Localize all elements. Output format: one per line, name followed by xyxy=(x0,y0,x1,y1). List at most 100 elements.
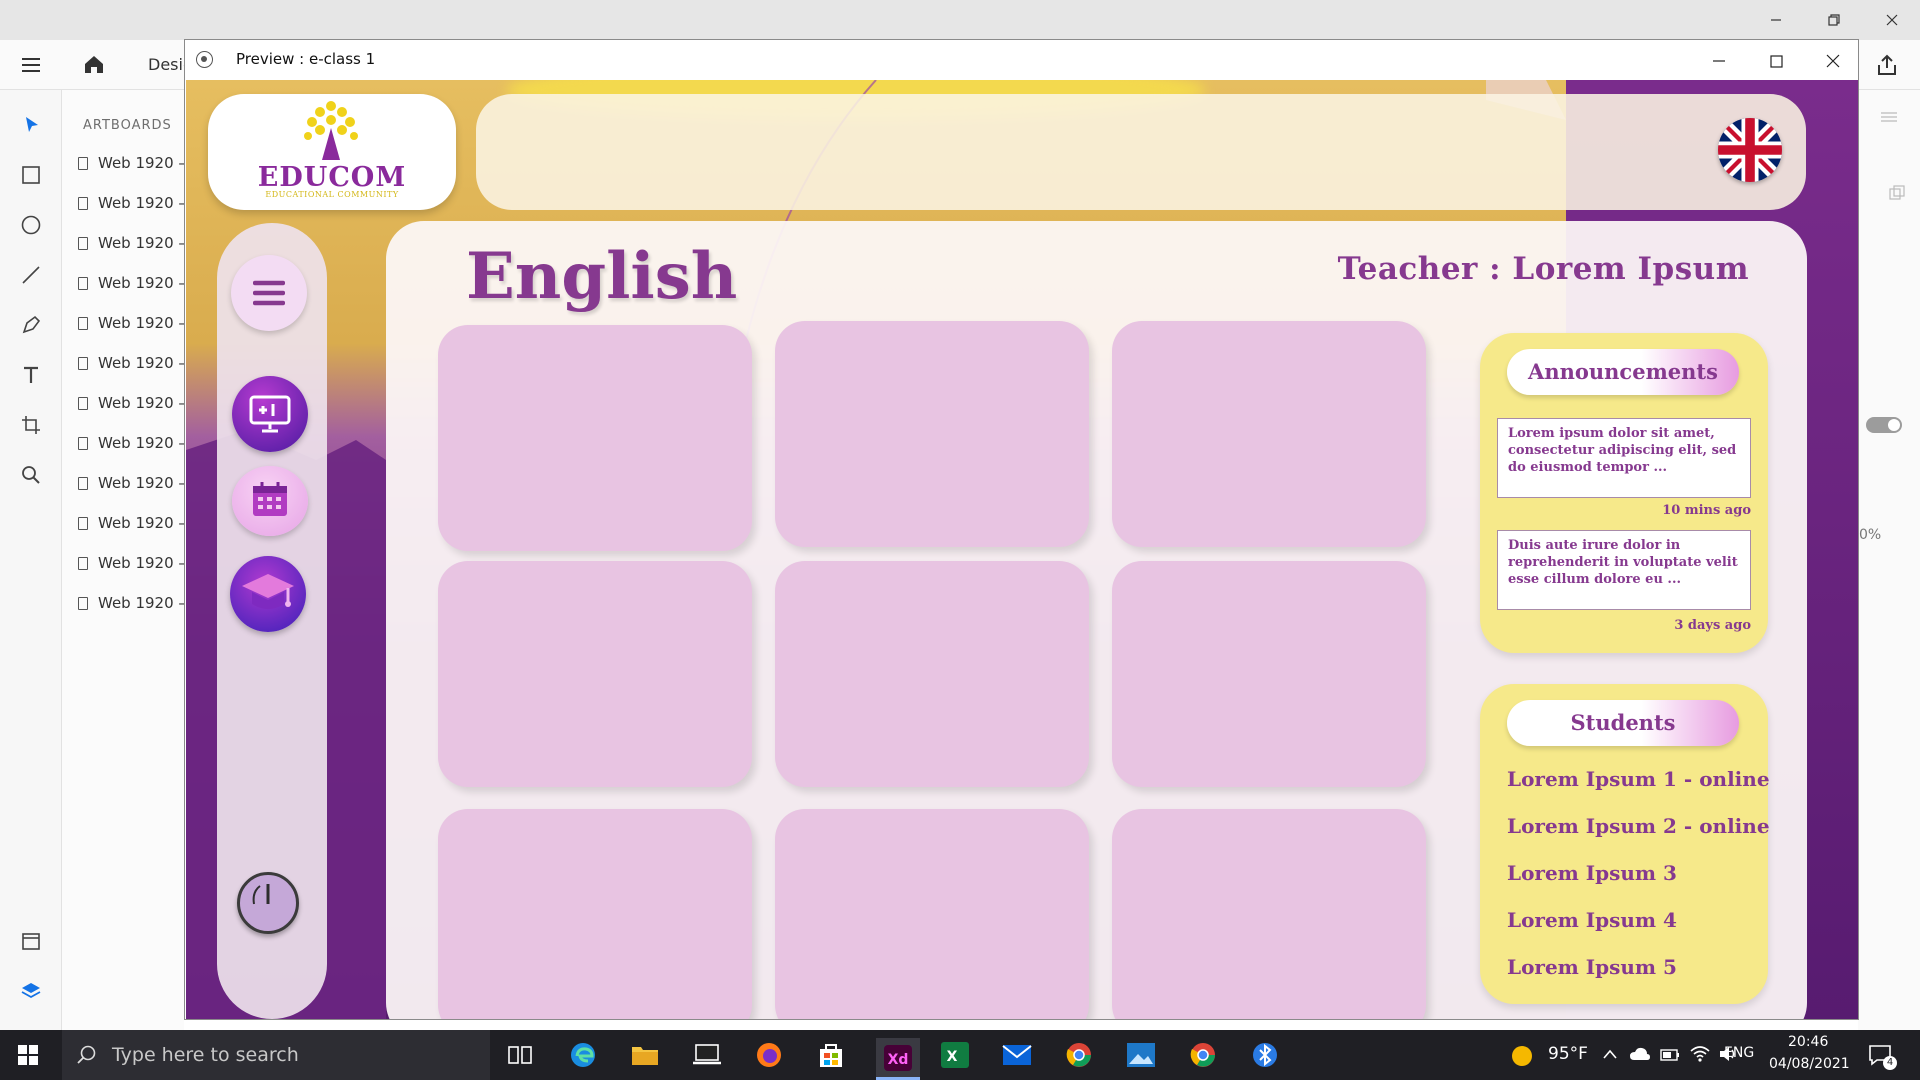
taskbar-search[interactable]: Type here to search xyxy=(62,1030,490,1080)
photos-icon[interactable] xyxy=(1124,1038,1158,1072)
student-item[interactable]: Lorem Ipsum 2 - online xyxy=(1507,814,1770,838)
toggle-switch[interactable] xyxy=(1866,417,1902,433)
artboard-label: Web 1920 – xyxy=(98,394,186,412)
text-tool-icon[interactable] xyxy=(18,362,44,388)
menu-icon xyxy=(253,280,285,306)
content-tile[interactable] xyxy=(775,809,1089,1019)
artboard-item[interactable]: Web 1920 – xyxy=(78,313,186,333)
artboard-item[interactable]: Web 1920 – xyxy=(78,353,186,373)
artboard-tool-icon[interactable] xyxy=(18,412,44,438)
announcement-item[interactable]: Duis aute irure dolor in reprehenderit i… xyxy=(1497,530,1751,610)
assets-panel-icon[interactable] xyxy=(18,928,44,954)
windows-start-icon[interactable] xyxy=(18,1045,38,1065)
line-tool-icon[interactable] xyxy=(18,262,44,288)
laptop-app-icon[interactable] xyxy=(690,1038,724,1072)
home-icon[interactable] xyxy=(83,53,105,75)
preview-titlebar: Preview : e-class 1 xyxy=(185,40,1858,80)
courses-button[interactable] xyxy=(230,556,306,632)
artboard-item[interactable]: Web 1920 – xyxy=(78,513,186,533)
artboard-label: Web 1920 – xyxy=(98,234,186,252)
minimize-icon[interactable] xyxy=(1764,8,1788,32)
restore-icon[interactable] xyxy=(1822,8,1846,32)
battery-icon[interactable] xyxy=(1660,1047,1680,1063)
weather-temp[interactable]: 95°F xyxy=(1548,1044,1588,1064)
align-icon[interactable] xyxy=(1880,110,1898,124)
clock-date[interactable]: 04/08/2021 xyxy=(1769,1056,1850,1072)
artboard-item[interactable]: Web 1920 – xyxy=(78,233,186,253)
artboard-label: Web 1920 – xyxy=(98,434,186,452)
pen-tool-icon[interactable] xyxy=(18,312,44,338)
share-icon[interactable] xyxy=(1876,54,1898,76)
document-icon xyxy=(78,236,88,250)
artboard-label: Web 1920 – xyxy=(98,314,186,332)
artboard-item[interactable]: Web 1920 – xyxy=(78,473,186,493)
educom-logo[interactable]: EDUCOM EDUCATIONAL COMMUNITY xyxy=(208,94,456,210)
content-tile[interactable] xyxy=(1112,321,1426,547)
opacity-value[interactable]: 0% xyxy=(1859,527,1881,543)
content-tile[interactable] xyxy=(438,561,752,787)
copy-icon[interactable] xyxy=(1888,184,1906,202)
content-tile[interactable] xyxy=(1112,561,1426,787)
chrome-profile-icon[interactable] xyxy=(1062,1038,1096,1072)
mail-icon[interactable] xyxy=(1000,1038,1034,1072)
calendar-button[interactable] xyxy=(232,466,308,536)
uk-flag-icon[interactable] xyxy=(1718,118,1782,182)
artboard-item[interactable]: Web 1920 – xyxy=(78,553,186,573)
student-item[interactable]: Lorem Ipsum 5 xyxy=(1507,955,1677,979)
hamburger-menu-icon[interactable] xyxy=(20,54,42,76)
header-bar xyxy=(476,94,1806,210)
ellipse-tool-icon[interactable] xyxy=(18,212,44,238)
eclass-app: EDUCOM EDUCATIONAL COMMUNITY English Tea… xyxy=(186,80,1858,1019)
student-item[interactable]: Lorem Ipsum 3 xyxy=(1507,861,1677,885)
menu-button[interactable] xyxy=(231,255,307,331)
rectangle-tool-icon[interactable] xyxy=(18,162,44,188)
content-tile[interactable] xyxy=(438,325,752,551)
record-icon[interactable] xyxy=(196,51,213,68)
artboard-item[interactable]: Web 1920 – xyxy=(78,273,186,293)
chevron-up-icon[interactable] xyxy=(1602,1048,1618,1060)
clock-time[interactable]: 20:46 xyxy=(1788,1034,1828,1050)
logout-button[interactable] xyxy=(237,872,299,934)
artboard-item[interactable]: Web 1920 – xyxy=(78,193,186,213)
select-tool-icon[interactable] xyxy=(18,112,44,138)
excel-icon[interactable]: X xyxy=(938,1038,972,1072)
announcement-item[interactable]: Lorem ipsum dolor sit amet, consectetur … xyxy=(1497,418,1751,498)
file-explorer-icon[interactable] xyxy=(628,1038,662,1072)
language-indicator[interactable]: ENG xyxy=(1724,1045,1754,1061)
students-card: Students Lorem Ipsum 1 - online Lorem Ip… xyxy=(1480,684,1770,1004)
adobe-xd-icon[interactable]: Xd xyxy=(876,1038,920,1080)
document-icon xyxy=(78,516,88,530)
bluetooth-app-icon[interactable] xyxy=(1248,1038,1282,1072)
weather-sun-icon[interactable] xyxy=(1510,1044,1534,1068)
wifi-icon[interactable] xyxy=(1690,1045,1710,1063)
artboard-item[interactable]: Web 1920 – xyxy=(78,433,186,453)
chrome-icon[interactable] xyxy=(1186,1038,1220,1072)
content-tile[interactable] xyxy=(438,809,752,1019)
layers-panel-icon[interactable] xyxy=(18,978,44,1004)
artboard-item[interactable]: Web 1920 – xyxy=(78,393,186,413)
zoom-tool-icon[interactable] xyxy=(18,462,44,488)
firefox-icon[interactable] xyxy=(752,1038,786,1072)
content-tile[interactable] xyxy=(1112,809,1426,1019)
artboard-item[interactable]: Web 1920 – xyxy=(78,153,186,173)
document-icon xyxy=(78,196,88,210)
preview-minimize-icon[interactable] xyxy=(1708,50,1730,72)
student-item[interactable]: Lorem Ipsum 4 xyxy=(1507,908,1677,932)
xd-property-panel: 0% xyxy=(1858,90,1920,1030)
whiteboard-button[interactable] xyxy=(232,376,308,452)
preview-maximize-icon[interactable] xyxy=(1765,50,1787,72)
task-view-icon[interactable] xyxy=(503,1038,537,1072)
store-icon[interactable] xyxy=(814,1038,848,1072)
artboard-item[interactable]: Web 1920 – xyxy=(78,593,186,613)
student-item[interactable]: Lorem Ipsum 1 - online xyxy=(1507,767,1770,791)
preview-close-icon[interactable] xyxy=(1822,50,1844,72)
content-tile[interactable] xyxy=(775,321,1089,547)
windows-taskbar: Type here to search Xd X 95°F ENG 20:46 … xyxy=(0,1030,1920,1080)
onedrive-icon[interactable] xyxy=(1629,1046,1651,1062)
students-title[interactable]: Students xyxy=(1507,700,1739,746)
announcements-title[interactable]: Announcements xyxy=(1507,349,1739,395)
close-icon[interactable] xyxy=(1880,8,1904,32)
edge-icon[interactable] xyxy=(566,1038,600,1072)
announcements-card: Announcements Lorem ipsum dolor sit amet… xyxy=(1480,333,1768,653)
content-tile[interactable] xyxy=(775,561,1089,787)
